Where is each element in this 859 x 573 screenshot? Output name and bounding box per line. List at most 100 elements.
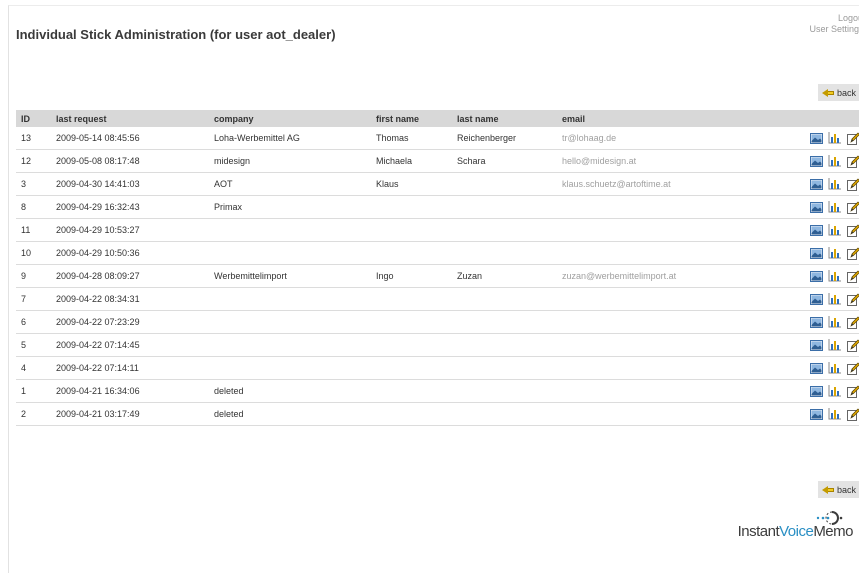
cell-last-name xyxy=(452,356,557,380)
cell-last-name xyxy=(452,333,557,357)
bar-chart-icon[interactable] xyxy=(828,132,842,144)
bar-chart-icon[interactable] xyxy=(828,201,842,213)
cell-first-name xyxy=(371,333,452,357)
cell-last-request: 2009-04-22 07:14:11 xyxy=(51,356,209,380)
cell-email: zuzan@werbemittelimport.at xyxy=(557,264,762,288)
row-actions xyxy=(762,127,859,150)
bar-chart-icon[interactable] xyxy=(828,224,842,236)
table-row: 13 2009-05-14 08:45:56 Loha-Werbemittel AG… xyxy=(16,127,859,150)
cell-last-request: 2009-04-29 10:50:36 xyxy=(51,241,209,265)
logout-link[interactable]: Logou xyxy=(809,13,859,24)
image-icon[interactable] xyxy=(810,247,823,259)
cell-email: hello@midesign.at xyxy=(557,149,762,173)
cell-last-name xyxy=(452,218,557,242)
bar-chart-icon[interactable] xyxy=(828,385,842,397)
row-actions xyxy=(762,333,859,357)
cell-id: 1 xyxy=(16,379,51,403)
cell-company: Werbemittelimport xyxy=(209,264,371,288)
cell-last-request: 2009-04-21 03:17:49 xyxy=(51,402,209,426)
cell-last-request: 2009-04-28 08:09:27 xyxy=(51,264,209,288)
cell-id: 6 xyxy=(16,310,51,334)
col-header-id: ID xyxy=(16,110,51,127)
back-button-top[interactable]: back xyxy=(818,84,859,101)
image-icon[interactable] xyxy=(810,270,823,282)
image-icon[interactable] xyxy=(810,132,823,144)
col-header-last-request: last request xyxy=(51,110,209,127)
cell-email: tr@lohaag.de xyxy=(557,127,762,150)
image-icon[interactable] xyxy=(810,224,823,236)
cell-first-name xyxy=(371,287,452,311)
cell-first-name: Thomas xyxy=(371,127,452,150)
table-row: 3 2009-04-30 14:41:03 AOT Klaus klaus.schuet… xyxy=(16,172,859,196)
cell-first-name xyxy=(371,310,452,334)
edit-icon[interactable] xyxy=(847,270,859,283)
cell-id: 3 xyxy=(16,172,51,196)
cell-id: 4 xyxy=(16,356,51,380)
image-icon[interactable] xyxy=(810,293,823,305)
cell-last-request: 2009-04-22 07:14:45 xyxy=(51,333,209,357)
edit-icon[interactable] xyxy=(847,293,859,306)
edit-icon[interactable] xyxy=(847,224,859,237)
edit-icon[interactable] xyxy=(847,316,859,329)
image-icon[interactable] xyxy=(810,201,823,213)
image-icon[interactable] xyxy=(810,339,823,351)
bar-chart-icon[interactable] xyxy=(828,316,842,328)
table-row: 11 2009-04-29 10:53:27 xyxy=(16,218,859,242)
bar-chart-icon[interactable] xyxy=(828,178,842,190)
cell-id: 7 xyxy=(16,287,51,311)
instantvoicememo-logo: InstantVoiceMemo xyxy=(737,511,853,540)
bar-chart-icon[interactable] xyxy=(828,408,842,420)
user-links: Logou User Setting xyxy=(809,13,859,35)
row-actions xyxy=(762,310,859,334)
cell-email xyxy=(557,402,762,426)
back-arrow-icon xyxy=(821,485,828,494)
bar-chart-icon[interactable] xyxy=(828,270,842,282)
edit-icon[interactable] xyxy=(847,132,859,145)
cell-last-name xyxy=(452,195,557,219)
row-actions xyxy=(762,195,859,219)
edit-icon[interactable] xyxy=(847,385,859,398)
table-row: 1 2009-04-21 16:34:06 deleted xyxy=(16,379,859,403)
cell-email xyxy=(557,333,762,357)
cell-last-name xyxy=(452,310,557,334)
image-icon[interactable] xyxy=(810,385,823,397)
edit-icon[interactable] xyxy=(847,178,859,191)
cell-company xyxy=(209,333,371,357)
cell-last-request: 2009-05-14 08:45:56 xyxy=(51,127,209,150)
user-settings-link[interactable]: User Setting xyxy=(809,24,859,35)
image-icon[interactable] xyxy=(810,178,823,190)
row-actions xyxy=(762,379,859,403)
col-header-email: email xyxy=(557,110,762,127)
cell-id: 11 xyxy=(16,218,51,242)
image-icon[interactable] xyxy=(810,362,823,374)
cell-company xyxy=(209,287,371,311)
edit-icon[interactable] xyxy=(847,201,859,214)
edit-icon[interactable] xyxy=(847,155,859,168)
table-row: 10 2009-04-29 10:50:36 xyxy=(16,241,859,265)
cell-email: klaus.schuetz@artoftime.at xyxy=(557,172,762,196)
bar-chart-icon[interactable] xyxy=(828,247,842,259)
image-icon[interactable] xyxy=(810,316,823,328)
bar-chart-icon[interactable] xyxy=(828,362,842,374)
cell-last-request: 2009-04-22 07:23:29 xyxy=(51,310,209,334)
cell-id: 13 xyxy=(16,127,51,150)
edit-icon[interactable] xyxy=(847,247,859,260)
back-button-bottom[interactable]: back xyxy=(818,481,859,498)
edit-icon[interactable] xyxy=(847,408,859,421)
cell-first-name: Ingo xyxy=(371,264,452,288)
col-header-company: company xyxy=(209,110,371,127)
image-icon[interactable] xyxy=(810,155,823,167)
bar-chart-icon[interactable] xyxy=(828,155,842,167)
cell-email xyxy=(557,379,762,403)
logo-sound-icon xyxy=(816,511,843,525)
edit-icon[interactable] xyxy=(847,362,859,375)
edit-icon[interactable] xyxy=(847,339,859,352)
row-actions xyxy=(762,287,859,311)
image-icon[interactable] xyxy=(810,408,823,420)
bar-chart-icon[interactable] xyxy=(828,293,842,305)
bar-chart-icon[interactable] xyxy=(828,339,842,351)
cell-email xyxy=(557,195,762,219)
cell-company: AOT xyxy=(209,172,371,196)
logo-text-instant: Instant xyxy=(737,523,780,540)
cell-last-name xyxy=(452,241,557,265)
